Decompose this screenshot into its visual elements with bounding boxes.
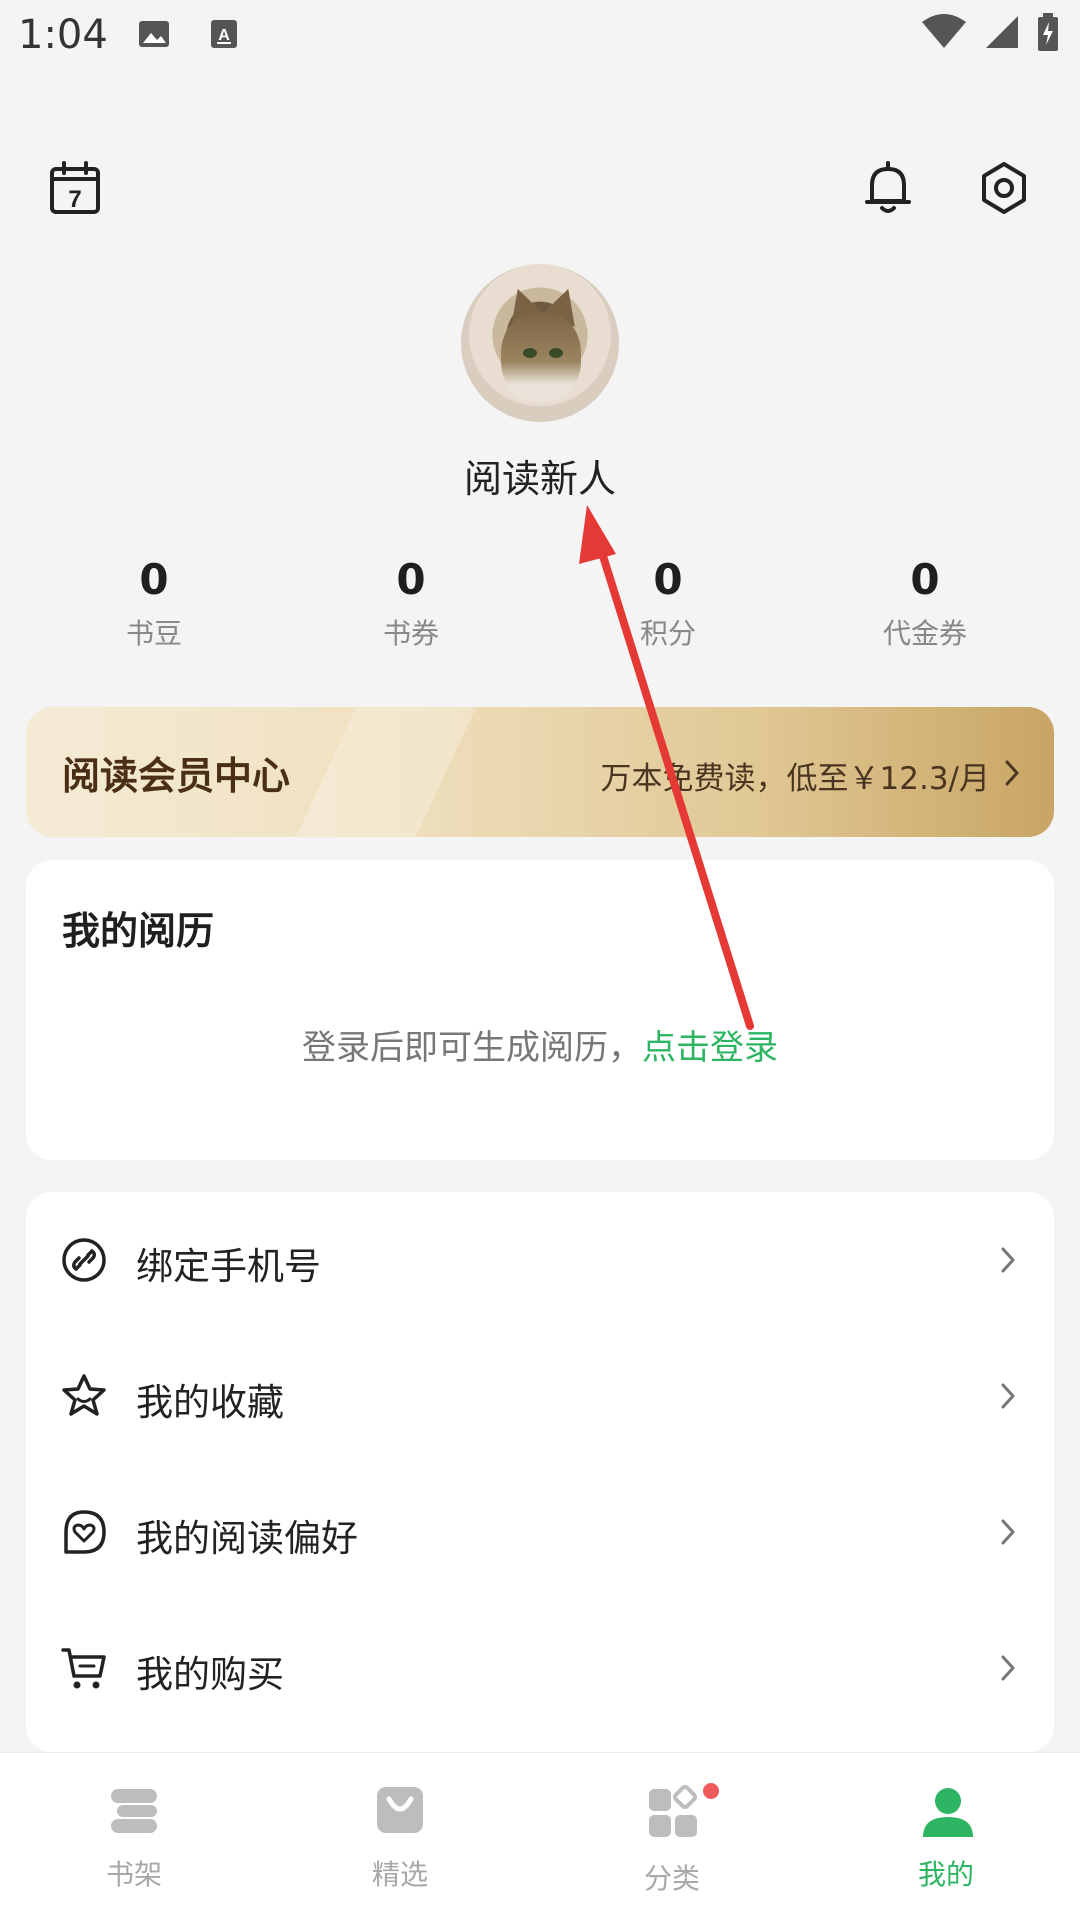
heart-bubble-icon [60,1508,108,1556]
wifi-icon [920,12,968,56]
shopping-bag-icon [375,1785,425,1835]
star-icon [60,1372,108,1420]
nav-profile[interactable]: 我的 [836,1753,1056,1920]
menu-item-reading-preference[interactable]: 我的阅读偏好 [26,1464,1054,1600]
stat-label: 书券 [382,617,439,650]
svg-text:A: A [218,27,230,44]
keyboard-a-icon: A [206,16,242,56]
history-title: 我的阅历 [62,909,215,953]
notification-button[interactable] [860,160,916,216]
login-link[interactable]: 点击登录 [642,1028,778,1068]
cart-icon [60,1644,108,1692]
stat-value: 0 [653,555,683,604]
vip-banner[interactable]: 阅读会员中心 万本免费读，低至￥12.3/月 [26,707,1054,837]
svg-text:7: 7 [68,186,81,213]
profile-icon [921,1785,973,1837]
settings-icon [982,162,1026,214]
stats-row: 0 书豆 0 书券 0 积分 0 代金券 [0,552,1080,662]
status-bar: 1:04 A [0,0,1080,72]
stat-shudou[interactable]: 0 书豆 [54,552,254,652]
stat-value: 0 [910,555,940,604]
calendar-button[interactable]: 7 [47,160,103,216]
menu-label: 我的收藏 [136,1381,284,1424]
nav-featured[interactable]: 精选 [290,1753,510,1920]
menu-label: 我的阅读偏好 [136,1517,358,1560]
signal-icon [982,12,1022,56]
battery-charging-icon [1036,12,1060,56]
menu-list: 绑定手机号 我的收藏 我的阅读偏好 我的购买 [26,1192,1054,1752]
vip-title: 阅读会员中心 [62,754,291,798]
bell-icon [865,161,911,213]
stat-label: 积分 [639,617,696,650]
chevron-right-icon [1000,1382,1016,1414]
chevron-right-icon [1000,1246,1016,1278]
menu-item-bind-phone[interactable]: 绑定手机号 [26,1192,1054,1328]
nav-label: 精选 [371,1858,428,1891]
chevron-right-icon [1004,759,1020,791]
image-icon [136,16,172,56]
nav-label: 书架 [105,1858,162,1891]
settings-button[interactable] [976,160,1032,216]
notification-badge [703,1783,719,1799]
status-time: 1:04 [18,12,108,58]
history-message-text: 登录后即可生成阅历， [302,1028,642,1068]
bottom-nav: 书架 精选 分类 我的 [0,1752,1080,1920]
stat-label: 书豆 [125,617,182,650]
vip-subtitle: 万本免费读，低至￥12.3/月 [600,761,990,797]
stat-daijinquan[interactable]: 0 代金券 [825,552,1025,652]
nav-label: 分类 [643,1862,700,1895]
nav-bookshelf[interactable]: 书架 [24,1753,244,1920]
nav-label: 我的 [917,1858,974,1891]
link-icon [60,1236,108,1284]
stat-value: 0 [396,555,426,604]
menu-item-favorites[interactable]: 我的收藏 [26,1328,1054,1464]
menu-label: 绑定手机号 [136,1245,321,1288]
username[interactable]: 阅读新人 [0,448,1080,503]
stat-jifen[interactable]: 0 积分 [568,552,768,652]
chevron-right-icon [1000,1518,1016,1550]
nav-category[interactable]: 分类 [562,1753,782,1920]
calendar-icon: 7 [50,161,100,214]
chevron-right-icon [1000,1654,1016,1686]
category-icon [647,1784,698,1837]
reading-history-card: 我的阅历 登录后即可生成阅历，点击登录 [26,860,1054,1160]
bookshelf-icon [109,1785,159,1835]
history-message: 登录后即可生成阅历，点击登录 [26,1020,1054,1069]
avatar[interactable] [461,264,619,422]
stat-value: 0 [139,555,169,604]
stat-shuquan[interactable]: 0 书券 [311,552,511,652]
menu-item-purchases[interactable]: 我的购买 [26,1600,1054,1736]
stat-label: 代金券 [882,617,967,650]
menu-label: 我的购买 [136,1653,284,1696]
